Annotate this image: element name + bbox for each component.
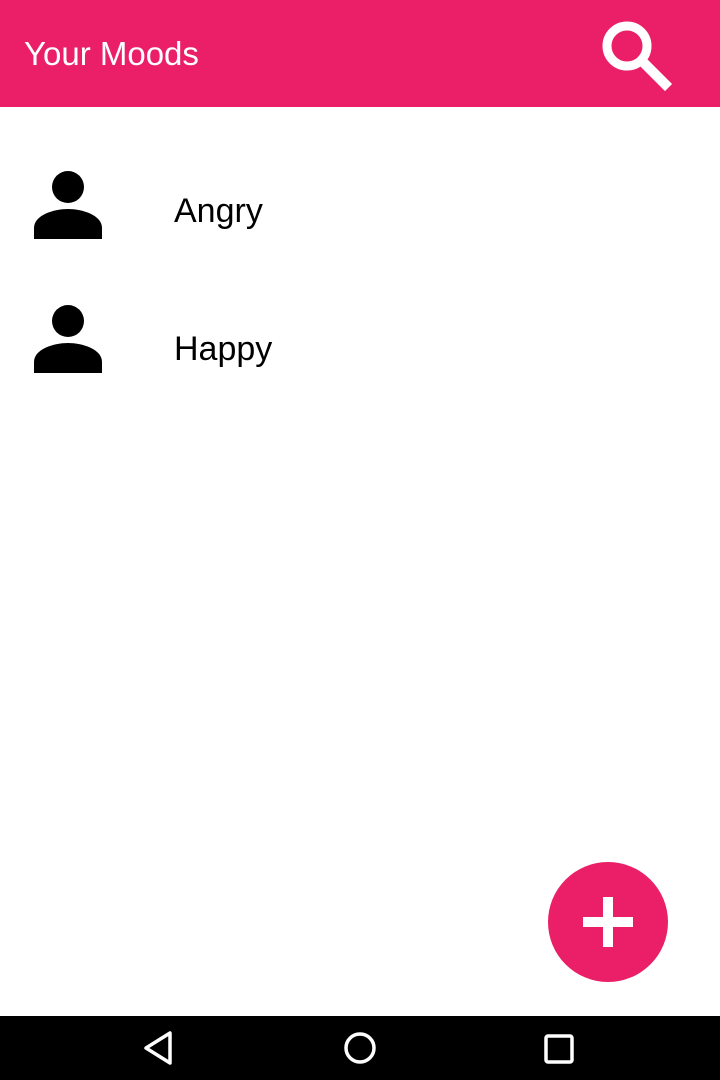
mood-label: Happy — [174, 330, 273, 368]
person-icon — [34, 171, 102, 239]
home-icon — [344, 1032, 376, 1064]
page-title: Your Moods — [24, 35, 199, 72]
recents-icon — [544, 1034, 574, 1064]
mood-label: Angry — [174, 192, 263, 230]
add-mood-button[interactable] — [548, 862, 668, 982]
system-nav-bar — [0, 1016, 720, 1080]
person-icon — [34, 305, 102, 373]
app-bar: Your Moods — [0, 0, 720, 107]
back-button[interactable] — [136, 1024, 184, 1072]
back-icon — [144, 1031, 172, 1065]
list-item[interactable]: Angry — [0, 147, 720, 281]
list-item[interactable]: Happy — [0, 281, 720, 415]
plus-icon-vertical — [603, 897, 613, 947]
home-button[interactable] — [336, 1024, 384, 1072]
search-icon — [602, 21, 673, 92]
search-button[interactable] — [590, 10, 678, 98]
recents-button[interactable] — [535, 1024, 583, 1072]
